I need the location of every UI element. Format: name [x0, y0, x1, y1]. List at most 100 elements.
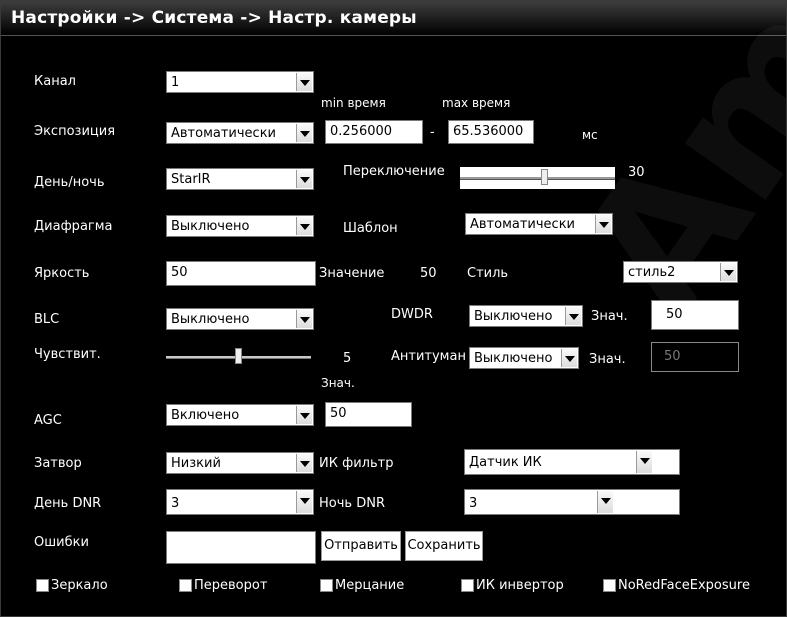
exposure-label: Экспозиция: [34, 124, 116, 139]
sensitivity-value: 5: [343, 351, 352, 366]
checkbox-box[interactable]: [36, 579, 49, 592]
channel-label: Канал: [34, 74, 76, 89]
breadcrumb-title: Настройки -> Система -> Настр. камеры: [11, 8, 417, 28]
checkbox-box[interactable]: [603, 579, 616, 592]
mirror-checkbox-label: Зеркало: [51, 578, 108, 593]
sensitivity-slider[interactable]: [166, 346, 311, 368]
exposure-mode-value: Автоматически: [171, 126, 277, 141]
checkbox-box[interactable]: [320, 579, 333, 592]
dwdr-select[interactable]: Выключено: [469, 305, 583, 327]
brightness-label: Яркость: [34, 266, 90, 281]
style-value: стиль2: [628, 265, 676, 280]
min-time-label: min время: [321, 96, 386, 110]
daynight-value: StarIR: [171, 172, 211, 187]
exposure-mode-select[interactable]: Автоматически: [166, 122, 314, 144]
range-dash: -: [430, 125, 435, 140]
shutter-label: Затвор: [34, 456, 82, 471]
channel-select[interactable]: 1: [166, 71, 314, 93]
daynight-select[interactable]: StarIR: [166, 168, 314, 190]
antifog-label: Антитуман: [391, 349, 466, 364]
antifog-znach-label: Знач.: [589, 352, 626, 367]
max-time-value: 65.536000: [453, 124, 524, 139]
slider-track: [460, 177, 615, 180]
errors-input[interactable]: [166, 531, 316, 564]
switch-slider[interactable]: [460, 167, 615, 189]
ir-filter-select[interactable]: Датчик ИК: [464, 449, 680, 475]
ir-invert-checkbox-label: ИК инвертор: [476, 578, 564, 593]
max-time-label: max время: [442, 96, 511, 110]
send-button[interactable]: Отправить: [321, 531, 401, 561]
sensitivity-label: Чувствит.: [34, 347, 101, 362]
iris-value: Выключено: [171, 219, 250, 234]
night-dnr-value: 3: [469, 496, 478, 511]
blc-value: Выключено: [171, 312, 250, 327]
style-select[interactable]: стиль2: [623, 261, 738, 283]
agc-select[interactable]: Включено: [166, 404, 314, 426]
min-time-input[interactable]: 0.256000: [325, 120, 423, 144]
dwdr-value-input[interactable]: 50: [651, 300, 739, 330]
day-dnr-label: День DNR: [34, 496, 102, 511]
night-dnr-label: Ночь DNR: [319, 496, 385, 511]
chevron-down-icon[interactable]: [296, 406, 312, 424]
max-time-input[interactable]: 65.536000: [448, 120, 534, 144]
chevron-down-icon[interactable]: [296, 73, 312, 91]
dwdr-value: Выключено: [474, 309, 553, 324]
unit-ms-label: мс: [582, 128, 598, 142]
ir-filter-value: Датчик ИК: [469, 455, 542, 470]
value-number: 50: [420, 266, 437, 281]
daynight-label: День/ночь: [34, 175, 105, 190]
chevron-down-icon[interactable]: [597, 491, 613, 513]
checkbox-box[interactable]: [461, 579, 474, 592]
slider-thumb[interactable]: [541, 169, 548, 185]
chevron-down-icon[interactable]: [720, 263, 736, 281]
slider-thumb[interactable]: [235, 348, 242, 364]
send-button-label: Отправить: [324, 538, 398, 553]
agc-value-input[interactable]: 50: [325, 402, 412, 427]
chevron-down-icon[interactable]: [296, 454, 312, 472]
flicker-checkbox-label: Мерцание: [335, 578, 405, 593]
chevron-down-icon[interactable]: [296, 170, 312, 188]
iris-label: Диафрагма: [34, 219, 113, 234]
chevron-down-icon[interactable]: [636, 451, 652, 473]
brightness-input-value: 50: [171, 265, 188, 280]
switch-label: Переключение: [343, 164, 445, 179]
noredface-checkbox-label: NoRedFaceExposure: [618, 578, 750, 593]
save-button[interactable]: Сохранить: [405, 531, 483, 561]
channel-select-value: 1: [171, 75, 180, 90]
agc-znach-value: 50: [330, 406, 347, 421]
flip-checkbox-label: Переворот: [194, 578, 268, 593]
agc-value: Включено: [171, 408, 240, 423]
shutter-value: Низкий: [171, 456, 221, 471]
switch-value: 30: [628, 165, 645, 180]
antifog-value: Выключено: [474, 351, 553, 366]
blc-select[interactable]: Выключено: [166, 308, 314, 330]
brightness-input[interactable]: 50: [166, 261, 316, 286]
shutter-select[interactable]: Низкий: [166, 452, 314, 474]
checkbox-box[interactable]: [179, 579, 192, 592]
night-dnr-select[interactable]: 3: [464, 489, 680, 515]
chevron-down-icon[interactable]: [595, 215, 611, 233]
template-label: Шаблон: [343, 221, 398, 236]
chevron-down-icon[interactable]: [296, 124, 312, 142]
agc-label: AGC: [34, 413, 62, 428]
iris-select[interactable]: Выключено: [166, 215, 314, 237]
errors-label: Ошибки: [34, 535, 89, 550]
day-dnr-select[interactable]: 3: [166, 489, 314, 515]
chevron-down-icon[interactable]: [296, 217, 312, 235]
min-time-value: 0.256000: [330, 124, 393, 139]
ir-filter-label: ИК фильтр: [319, 456, 394, 471]
dwdr-label: DWDR: [391, 307, 433, 322]
antifog-select[interactable]: Выключено: [469, 347, 579, 369]
day-dnr-value: 3: [171, 496, 180, 511]
dwdr-znach-value: 50: [666, 307, 683, 322]
chevron-down-icon[interactable]: [561, 349, 577, 367]
chevron-down-icon[interactable]: [296, 310, 312, 328]
chevron-down-icon[interactable]: [565, 307, 581, 325]
value-label: Значение: [319, 266, 385, 281]
camera-settings-window: Настройки -> Система -> Настр. камеры Am…: [0, 0, 787, 617]
chevron-down-icon[interactable]: [296, 491, 312, 513]
template-select[interactable]: Автоматически: [465, 213, 613, 235]
save-button-label: Сохранить: [407, 538, 481, 553]
agc-znach-label: Знач.: [321, 376, 355, 390]
dwdr-znach-label: Знач.: [591, 309, 628, 324]
